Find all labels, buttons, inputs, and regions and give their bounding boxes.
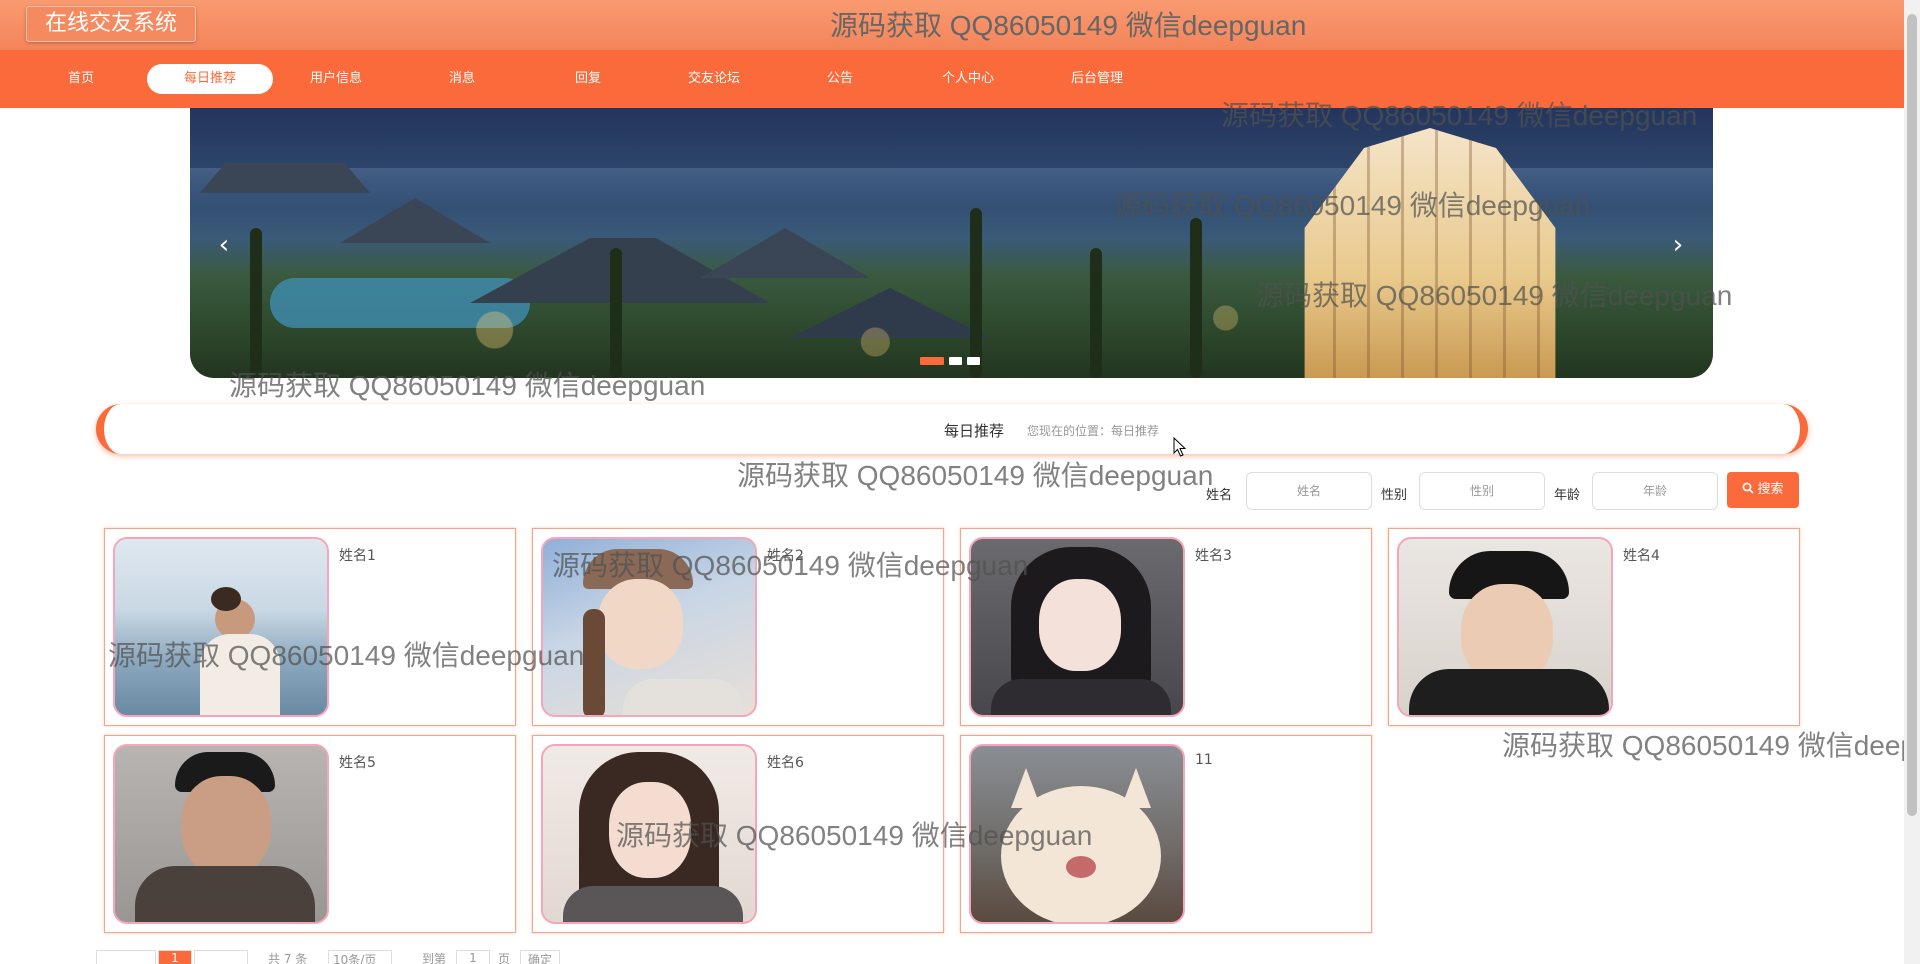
next-page-button[interactable] <box>194 950 248 964</box>
banner-dot[interactable] <box>949 357 962 365</box>
gender-search-input[interactable] <box>1419 472 1545 510</box>
user-card[interactable]: 姓名4 <box>1388 528 1800 726</box>
search-button[interactable]: 搜索 <box>1727 472 1799 508</box>
name-label: 姓名 <box>1206 488 1233 503</box>
search-icon <box>1743 482 1755 494</box>
pager-page-unit: 页 <box>498 952 511 964</box>
mouse-cursor-icon <box>1173 437 1187 457</box>
user-photo <box>541 537 757 717</box>
watermark: 源码获取 QQ86050149 微信deepguan <box>737 460 1214 491</box>
page: 在线交友系统 源码获取 QQ86050149 微信deepguan 首页 每日推… <box>0 0 1920 964</box>
user-card[interactable]: 姓名3 <box>960 528 1372 726</box>
user-card[interactable]: 11 <box>960 735 1372 933</box>
nav-item-daily-recommend[interactable]: 每日推荐 <box>147 64 273 94</box>
banner-roof <box>200 163 370 193</box>
user-name: 姓名6 <box>767 755 804 771</box>
banner-indicators <box>920 350 985 365</box>
user-name: 姓名4 <box>1623 548 1660 564</box>
site-logo[interactable]: 在线交友系统 <box>26 6 197 42</box>
chevron-left-icon: ‹ <box>218 230 230 260</box>
user-card[interactable]: 姓名6 <box>532 735 944 933</box>
search-button-label: 搜索 <box>1757 482 1784 497</box>
user-name: 姓名5 <box>339 755 376 771</box>
user-name: 11 <box>1195 752 1213 768</box>
banner-dot[interactable] <box>967 357 980 365</box>
pager-total: 共 7 条 <box>268 952 308 964</box>
banner-carousel[interactable] <box>190 108 1713 378</box>
banner-prev-button[interactable]: ‹ <box>204 225 244 265</box>
name-search-input[interactable] <box>1246 472 1372 510</box>
user-photo <box>113 744 329 924</box>
nav-item-notice[interactable]: 公告 <box>777 64 903 94</box>
user-card[interactable]: 姓名1 <box>104 528 516 726</box>
prev-page-button[interactable] <box>96 950 156 964</box>
user-name: 姓名1 <box>339 548 376 564</box>
user-photo <box>541 744 757 924</box>
nav-item-user-info[interactable]: 用户信息 <box>273 64 399 94</box>
banner-dot[interactable] <box>920 357 944 365</box>
nav-item-profile[interactable]: 个人中心 <box>905 64 1031 94</box>
nav-item-admin[interactable]: 后台管理 <box>1034 64 1160 94</box>
banner-chapel-frame <box>1304 128 1556 378</box>
user-name: 姓名2 <box>767 548 804 564</box>
gender-label: 性别 <box>1381 488 1408 503</box>
breadcrumb: 每日推荐 您现在的位置：每日推荐 <box>96 404 1808 454</box>
scrollbar-thumb[interactable] <box>1907 14 1917 816</box>
nav-item-messages[interactable]: 消息 <box>399 64 525 94</box>
age-search-input[interactable] <box>1592 472 1718 510</box>
chevron-right-icon: › <box>1672 230 1684 260</box>
nav-item-home[interactable]: 首页 <box>18 64 144 94</box>
header-watermark: 源码获取 QQ86050149 微信deepguan <box>830 10 1307 41</box>
banner-palm <box>1090 248 1102 378</box>
page-size-select[interactable]: 10条/页 <box>328 950 392 964</box>
user-photo <box>969 537 1185 717</box>
user-photo <box>1397 537 1613 717</box>
banner-palm <box>610 248 622 378</box>
pager-goto-label: 到第 <box>422 952 447 964</box>
breadcrumb-location: 您现在的位置：每日推荐 <box>1027 424 1160 438</box>
banner-palm <box>1190 218 1202 378</box>
watermark: 源码获取 QQ86050149 微信deepguan <box>1502 730 1904 761</box>
user-card[interactable]: 姓名2 <box>532 528 944 726</box>
pager-goto-input[interactable]: 1 <box>456 950 490 964</box>
main-nav: 首页 每日推荐 用户信息 消息 回复 交友论坛 公告 个人中心 后台管理 <box>0 50 1904 108</box>
user-photo <box>969 744 1185 924</box>
user-photo <box>113 537 329 717</box>
page-number-current[interactable]: 1 <box>158 950 192 964</box>
user-name: 姓名3 <box>1195 548 1232 564</box>
user-card[interactable]: 姓名5 <box>104 735 516 933</box>
nav-item-forum[interactable]: 交友论坛 <box>651 64 777 94</box>
age-label: 年龄 <box>1554 488 1581 503</box>
pager-confirm-button[interactable]: 确定 <box>520 950 560 964</box>
banner-palm <box>250 228 262 378</box>
page-title: 每日推荐 <box>944 422 1005 440</box>
top-header: 在线交友系统 源码获取 QQ86050149 微信deepguan <box>0 0 1904 50</box>
nav-item-reply[interactable]: 回复 <box>525 64 651 94</box>
banner-next-button[interactable]: › <box>1658 225 1698 265</box>
